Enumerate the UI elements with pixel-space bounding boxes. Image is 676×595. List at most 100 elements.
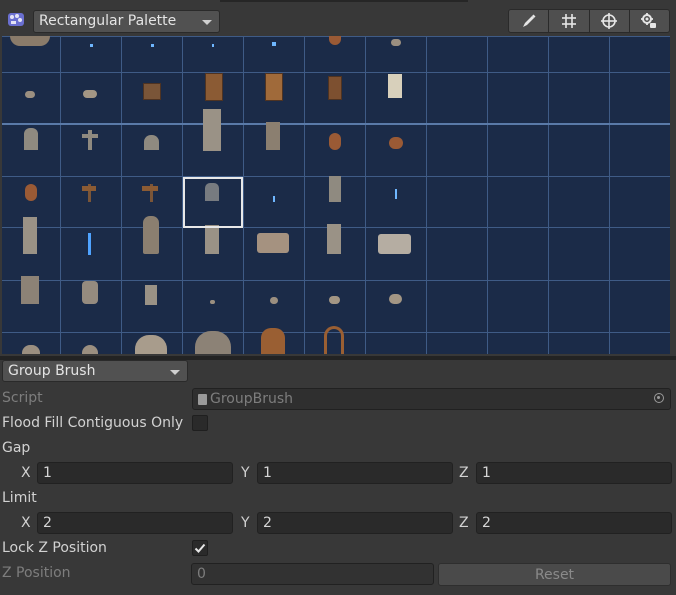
- tile-paper[interactable]: [388, 74, 402, 98]
- tile-pedestal[interactable]: [145, 285, 157, 305]
- tile-statue[interactable]: [143, 216, 159, 254]
- script-file-icon: [198, 394, 207, 405]
- tile-spark[interactable]: [395, 189, 397, 199]
- tile-palette-grid[interactable]: [2, 36, 670, 354]
- tile-monument[interactable]: [266, 122, 280, 150]
- limit-z-label: Z: [459, 515, 469, 531]
- gap-y-value: 1: [263, 465, 272, 481]
- tile-rocks[interactable]: [83, 90, 97, 98]
- z-position-label: Z Position: [2, 565, 71, 581]
- grid-icon: [561, 14, 576, 28]
- tile-rubble[interactable]: [82, 345, 98, 354]
- tile-cabinet[interactable]: [328, 76, 342, 100]
- flood-fill-label: Flood Fill Contiguous Only: [2, 415, 184, 431]
- palette-toolbar: Rectangular Palette: [0, 0, 676, 36]
- tile-cabinet[interactable]: [205, 73, 223, 101]
- script-label: Script: [2, 390, 43, 406]
- tile-pebble[interactable]: [210, 300, 215, 304]
- gap-z-label: Z: [459, 465, 469, 481]
- gizmo-toggle-button[interactable]: [590, 10, 630, 32]
- palette-settings-icon: [641, 13, 657, 28]
- limit-y-field[interactable]: 2: [257, 512, 453, 534]
- tile-spark[interactable]: [212, 44, 214, 47]
- z-position-field: 0: [191, 563, 434, 585]
- tile-rock[interactable]: [391, 39, 401, 46]
- tile-spark[interactable]: [273, 196, 275, 202]
- tile-sign[interactable]: [82, 186, 96, 191]
- palette-dropdown-label: Rectangular Palette: [39, 13, 177, 29]
- tile-spark[interactable]: [272, 42, 276, 46]
- tile-rubble[interactable]: [22, 345, 40, 354]
- tile-pillar-broken[interactable]: [327, 224, 341, 254]
- tile-rock[interactable]: [25, 91, 35, 98]
- tile-pedestal[interactable]: [82, 281, 98, 304]
- tile-boulder[interactable]: [135, 335, 167, 354]
- tile-sign[interactable]: [142, 186, 158, 191]
- paint-brush-tool-button[interactable]: [509, 10, 550, 32]
- tile-pebble[interactable]: [270, 297, 278, 304]
- tile-gravestone[interactable]: [24, 128, 38, 150]
- tile-sofa[interactable]: [378, 234, 411, 254]
- tile-sofa[interactable]: [257, 233, 289, 253]
- chevron-down-icon: [202, 20, 212, 25]
- tile-pillar[interactable]: [23, 217, 37, 254]
- lock-z-label: Lock Z Position: [2, 540, 107, 556]
- lock-z-checkbox[interactable]: [192, 540, 208, 556]
- script-field[interactable]: GroupBrush: [192, 388, 671, 410]
- tile-magic-beam[interactable]: [88, 233, 91, 255]
- tile-chest[interactable]: [143, 83, 161, 100]
- brush-dropdown-label: Group Brush: [8, 363, 96, 379]
- limit-x-label: X: [21, 515, 31, 531]
- tile-pillar-broken[interactable]: [205, 225, 219, 254]
- checkmark-icon: [194, 543, 206, 553]
- paint-brush-icon: [522, 14, 536, 27]
- reset-button[interactable]: Reset: [438, 563, 671, 586]
- tile-wardrobe[interactable]: [265, 73, 283, 101]
- brush-dropdown[interactable]: Group Brush: [2, 360, 188, 382]
- tile-door[interactable]: [261, 328, 285, 354]
- tile-pedestal[interactable]: [21, 276, 39, 304]
- tile-cross-bar[interactable]: [82, 134, 98, 138]
- tile-rock[interactable]: [389, 294, 402, 304]
- limit-y-value: 2: [263, 515, 272, 531]
- tile-vase[interactable]: [329, 133, 341, 150]
- tile-archway[interactable]: [324, 326, 344, 354]
- gap-z-field[interactable]: 1: [476, 462, 672, 484]
- gap-z-value: 1: [482, 465, 491, 481]
- limit-z-value: 2: [482, 515, 491, 531]
- reset-button-label: Reset: [534, 567, 575, 583]
- tile-fountain[interactable]: [195, 331, 231, 354]
- tile-vase[interactable]: [25, 184, 37, 201]
- tile-rock[interactable]: [329, 296, 340, 304]
- tile-cross[interactable]: [88, 130, 92, 150]
- tile-stone-ring[interactable]: [10, 36, 50, 46]
- gap-x-field[interactable]: 1: [37, 462, 233, 484]
- tile-pillar[interactable]: [329, 176, 341, 202]
- tile-selection-marker: [183, 177, 243, 228]
- object-picker-icon[interactable]: [654, 393, 664, 403]
- limit-label: Limit: [2, 490, 37, 506]
- limit-x-field[interactable]: 2: [37, 512, 233, 534]
- palette-dropdown[interactable]: Rectangular Palette: [33, 10, 220, 33]
- palette-tools: [508, 9, 670, 33]
- gap-x-label: X: [21, 465, 31, 481]
- tile-palette-icon: [6, 9, 26, 29]
- gap-x-value: 1: [43, 465, 52, 481]
- tile-spark[interactable]: [90, 44, 93, 47]
- tile-statue[interactable]: [203, 109, 221, 151]
- toolbar-divider: [220, 0, 468, 2]
- gizmo-icon: [601, 13, 618, 29]
- tile-tomb[interactable]: [144, 135, 159, 150]
- gap-y-field[interactable]: 1: [257, 462, 453, 484]
- chevron-down-icon: [170, 370, 180, 375]
- script-field-value: GroupBrush: [210, 391, 294, 407]
- tile-spark[interactable]: [151, 44, 154, 47]
- limit-z-field[interactable]: 2: [476, 512, 672, 534]
- flood-fill-checkbox[interactable]: [192, 415, 208, 431]
- z-position-value: 0: [197, 566, 206, 582]
- grid-toggle-button[interactable]: [549, 10, 590, 32]
- palette-settings-button[interactable]: [630, 10, 669, 32]
- tile-pot[interactable]: [329, 36, 341, 45]
- limit-x-value: 2: [43, 515, 52, 531]
- tile-pot[interactable]: [389, 137, 403, 149]
